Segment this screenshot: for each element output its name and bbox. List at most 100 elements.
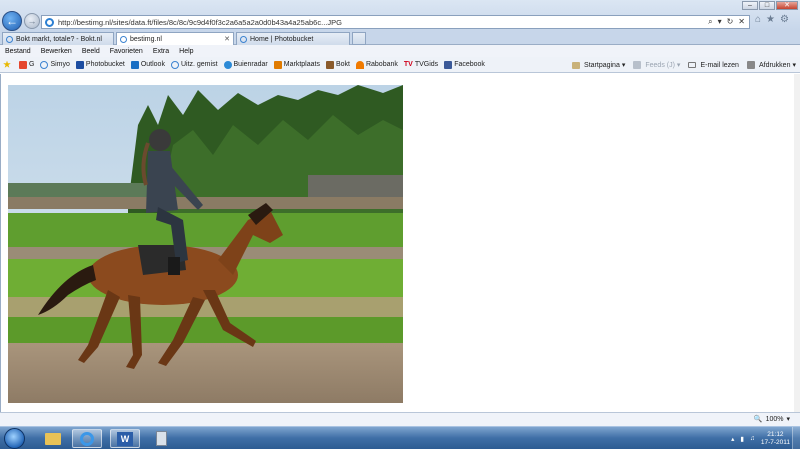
show-desktop-button[interactable] — [792, 427, 800, 449]
tab-bestimg[interactable]: bestimg.nl ✕ — [116, 32, 234, 45]
favorites-star-icon[interactable]: ★ — [766, 14, 775, 25]
print-icon — [746, 61, 755, 69]
horse-rider-photo[interactable] — [8, 85, 403, 403]
ie-page-icon — [45, 17, 54, 27]
gear-icon[interactable]: ⚙ — [780, 14, 789, 25]
feeds-icon — [633, 61, 642, 69]
tool-icons: ⌂ ★ ⚙ — [755, 14, 789, 25]
tab-label: Bokt markt, totale? - Bokt.nl — [16, 35, 102, 43]
address-bar[interactable]: http://bestimg.nl/sites/data.ft/files/8c… — [41, 15, 750, 29]
outlook-icon — [130, 60, 139, 69]
tab-label: Home | Photobucket — [250, 35, 314, 43]
fav-outlook[interactable]: Outlook — [130, 60, 165, 69]
clock-date: 17-7-2011 — [760, 438, 790, 446]
fav-g[interactable]: G — [19, 60, 34, 69]
fav-tvgids[interactable]: TV TVGids — [404, 61, 438, 68]
close-button[interactable]: ✕ — [776, 1, 798, 10]
favorites-star-button[interactable] — [3, 60, 13, 69]
fav-rabobank[interactable]: Rabobank — [355, 60, 398, 69]
clock-time: 21:12 — [767, 430, 784, 438]
chevron-down-icon[interactable]: ▾ — [786, 415, 790, 423]
zoom-icon: 🔍 — [753, 416, 763, 423]
chevron-down-icon[interactable]: ▾ — [677, 61, 681, 69]
menu-extra[interactable]: Extra — [153, 48, 169, 55]
fav-label: Buienradar — [233, 61, 268, 68]
fav-bokt[interactable]: Bokt — [325, 60, 350, 69]
minimize-button[interactable]: – — [742, 1, 758, 10]
command-bar: Startpagina ▾ Feeds (J) ▾ E-mail lezen A… — [572, 57, 796, 73]
chevron-down-icon[interactable]: ▾ — [792, 61, 796, 69]
fav-simyo[interactable]: Simyo — [40, 60, 70, 69]
taskbar-explorer[interactable] — [38, 429, 68, 448]
window-controls: – □ ✕ — [742, 1, 798, 10]
rabobank-icon — [355, 60, 364, 69]
forward-button[interactable]: → — [24, 13, 40, 29]
new-tab-button[interactable] — [352, 32, 366, 45]
fav-label: Outlook — [140, 61, 165, 68]
chevron-down-icon[interactable]: ▾ — [718, 17, 722, 27]
address-controls: ⌕ ▾ ↻ ✕ — [708, 17, 749, 27]
menu-favorieten[interactable]: Favorieten — [110, 48, 143, 55]
menu-beeld[interactable]: Beeld — [82, 48, 100, 55]
maximize-button[interactable]: □ — [759, 1, 775, 10]
taskbar-internet-explorer[interactable] — [72, 429, 102, 448]
cmd-label: E-mail lezen — [700, 61, 739, 69]
cmd-label: Feeds (J) — [645, 61, 675, 69]
fav-label: Rabobank — [365, 61, 398, 68]
network-icon[interactable]: ▮ — [740, 435, 744, 443]
fav-label: Simyo — [50, 61, 70, 68]
fav-label: Uitz. gemist — [180, 61, 218, 68]
tab-label: bestimg.nl — [130, 35, 162, 43]
email-button[interactable]: E-mail lezen — [688, 62, 739, 69]
taskbar-word[interactable]: W — [110, 429, 140, 448]
clock[interactable]: 21:12 17-7-2011 — [761, 431, 790, 447]
tab-strip: Bokt markt, totale? - Bokt.nl bestimg.nl… — [0, 31, 800, 45]
start-button[interactable] — [4, 428, 25, 449]
refresh-icon[interactable]: ↻ — [727, 17, 734, 27]
ie-page-icon — [240, 35, 247, 43]
stop-icon[interactable]: ✕ — [738, 17, 745, 27]
home-icon[interactable]: ⌂ — [755, 14, 761, 25]
print-button[interactable]: Afdrukken ▾ — [746, 61, 796, 69]
photobucket-icon — [75, 60, 84, 69]
tab-bokt[interactable]: Bokt markt, totale? - Bokt.nl — [2, 32, 114, 45]
volume-icon[interactable]: ♫ — [750, 435, 755, 442]
mail-icon — [688, 62, 697, 68]
folder-icon — [45, 432, 61, 445]
chevron-down-icon[interactable]: ▾ — [622, 61, 626, 69]
feeds-button[interactable]: Feeds (J) ▾ — [633, 61, 680, 69]
zoom-control[interactable]: 🔍 100% ▾ — [753, 415, 790, 424]
action-center-icon[interactable]: ▴ — [731, 435, 734, 443]
menu-help[interactable]: Help — [179, 48, 193, 55]
buienradar-icon — [223, 60, 232, 69]
fav-buienradar[interactable]: Buienradar — [223, 60, 268, 69]
browser-window: ← → http://bestimg.nl/sites/data.ft/file… — [0, 0, 800, 449]
menu-bar: Bestand Bewerken Beeld Favorieten Extra … — [0, 45, 800, 57]
url-text[interactable]: http://bestimg.nl/sites/data.ft/files/8c… — [58, 18, 708, 27]
tab-photobucket[interactable]: Home | Photobucket — [236, 32, 350, 45]
close-tab-icon[interactable]: ✕ — [221, 35, 230, 43]
search-icon[interactable]: ⌕ — [708, 17, 712, 27]
fav-uitz-gemist[interactable]: Uitz. gemist — [170, 60, 218, 69]
fav-label: Marktplaats — [283, 61, 320, 68]
fav-photobucket[interactable]: Photobucket — [75, 60, 125, 69]
facebook-icon — [444, 60, 453, 69]
home-icon — [572, 61, 581, 69]
taskbar-calculator[interactable] — [146, 429, 176, 448]
back-button[interactable]: ← — [2, 11, 22, 31]
system-tray: ▴ ▮ ♫ 21:12 17-7-2011 — [731, 428, 790, 449]
menu-bestand[interactable]: Bestand — [5, 48, 31, 55]
word-icon: W — [117, 431, 133, 446]
startpagina-button[interactable]: Startpagina ▾ — [572, 61, 625, 69]
menu-bewerken[interactable]: Bewerken — [41, 48, 72, 55]
cmd-label: Afdrukken — [758, 61, 791, 69]
horse-icon — [325, 60, 334, 69]
fav-label: Photobucket — [85, 61, 125, 68]
fav-marktplaats[interactable]: Marktplaats — [273, 60, 320, 69]
fav-facebook[interactable]: Facebook — [444, 60, 485, 69]
tvgids-icon: TV — [403, 61, 413, 68]
vertical-scrollbar[interactable] — [794, 74, 800, 412]
zoom-level: 100% — [765, 415, 784, 423]
fav-label: Bokt — [335, 61, 350, 68]
taskbar: W ▴ ▮ ♫ 21:12 17-7-2011 — [0, 426, 800, 449]
